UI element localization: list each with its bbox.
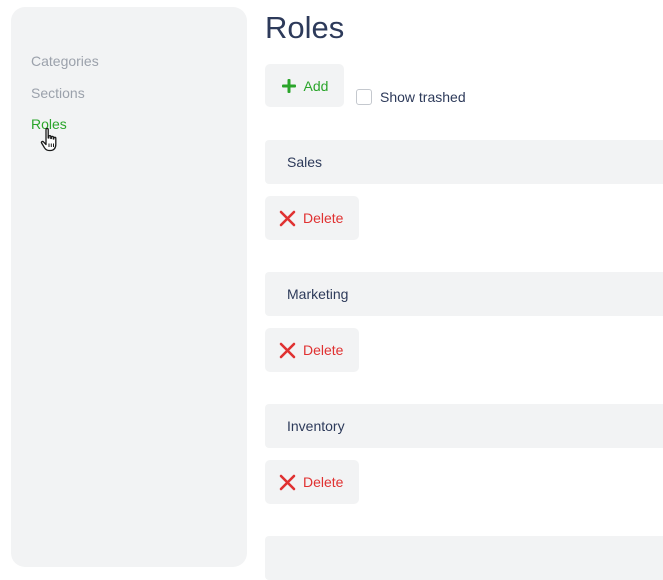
sidebar-item-sections[interactable]: Sections — [31, 85, 85, 101]
x-icon — [279, 210, 296, 226]
role-name: Marketing — [287, 286, 349, 302]
delete-button-label: Delete — [303, 474, 344, 490]
x-icon — [279, 342, 296, 358]
delete-button[interactable]: Delete — [265, 460, 359, 504]
role-row-sales[interactable]: Sales — [265, 140, 663, 184]
delete-button[interactable]: Delete — [265, 196, 359, 240]
show-trashed-checkbox[interactable] — [356, 89, 372, 105]
role-name: Sales — [287, 154, 323, 170]
add-button-label: Add — [303, 77, 329, 94]
role-row[interactable] — [265, 536, 663, 580]
sidebar-item-label: Categories — [31, 53, 99, 69]
add-button[interactable]: Add — [265, 64, 344, 107]
sidebar-item-categories[interactable]: Categories — [31, 53, 99, 69]
delete-button-label: Delete — [303, 342, 344, 358]
sidebar: Categories Sections Roles — [11, 7, 247, 567]
show-trashed-toggle[interactable]: Show trashed — [356, 89, 466, 105]
role-row-marketing[interactable]: Marketing — [265, 272, 663, 316]
page-title: Roles — [265, 10, 345, 45]
sidebar-item-label: Sections — [31, 85, 85, 101]
hand-pointer-icon — [40, 127, 57, 152]
plus-icon — [281, 78, 296, 93]
delete-button-label: Delete — [303, 210, 344, 226]
delete-button[interactable]: Delete — [265, 328, 359, 372]
x-icon — [279, 474, 296, 490]
role-name: Inventory — [287, 418, 345, 434]
role-row-inventory[interactable]: Inventory — [265, 404, 663, 448]
show-trashed-label: Show trashed — [380, 89, 466, 105]
